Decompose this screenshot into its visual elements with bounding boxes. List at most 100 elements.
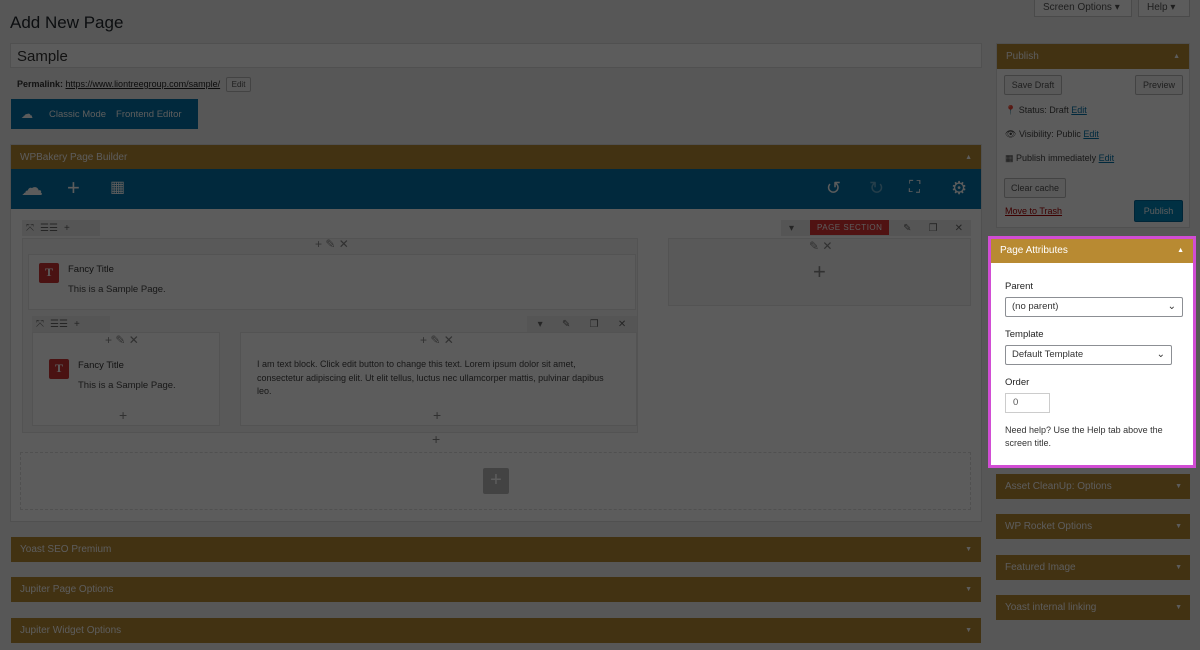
yoast-internal-linking-title: Yoast internal linking [1005,602,1097,613]
featured-image-box[interactable]: Featured Image ▼ [996,555,1190,580]
page-attributes-header[interactable]: Page Attributes ▲ [991,239,1193,263]
chevron-down-icon[interactable]: ▼ [1175,595,1182,620]
fancy-title-text-2: This is a Sample Page. [78,380,176,391]
schedule-row: ▦ Publish immediately Edit [1005,153,1115,163]
featured-image-title: Featured Image [1005,562,1076,573]
preview-button[interactable]: Preview [1135,75,1183,95]
order-label: Order [1005,377,1030,388]
asset-cleanup-box[interactable]: Asset CleanUp: Options ▼ [996,474,1190,499]
order-input[interactable]: 0 [1005,393,1050,413]
chevron-down-icon: ⌄ [1156,349,1165,360]
settings-gear-icon[interactable]: ⚙ [951,177,967,199]
inner-col1-controls[interactable]: + ✎ ✕ [105,333,139,347]
asset-cleanup-title: Asset CleanUp: Options [1005,481,1112,492]
fancy-title-icon: T [39,263,59,283]
fullscreen-icon[interactable]: ⛶ [909,177,920,199]
chevron-down-icon[interactable]: ▼ [965,577,972,602]
inner-clone-icon[interactable]: ❐ [590,319,599,330]
inner-layout-icon[interactable]: ☰☰ [50,319,68,330]
eye-icon: 👁 [1005,129,1017,139]
column-controls[interactable]: + ✎ ✕ [315,237,349,251]
wp-rocket-box[interactable]: WP Rocket Options ▼ [996,514,1190,539]
collapse-up-icon[interactable]: ▲ [1177,239,1184,263]
fancy-title-label: Fancy Title [68,264,114,275]
add-row-icon[interactable]: + [432,431,440,447]
redo-icon[interactable]: ↻ [869,177,884,199]
wpbakery-cloud-icon[interactable]: ☁ [21,177,43,199]
yoast-seo-box[interactable]: Yoast SEO Premium ▼ [11,537,981,562]
templates-icon[interactable]: ▦ [110,177,125,199]
jupiter-widget-options-box[interactable]: Jupiter Widget Options ▼ [11,618,981,643]
section-delete-icon[interactable]: ✕ [955,223,963,234]
inner-edit-icon[interactable]: ✎ [562,319,570,330]
jupiter-page-options-title: Jupiter Page Options [20,584,114,595]
collapse-up-icon[interactable]: ▲ [965,145,972,170]
section-add-icon[interactable]: + [813,259,826,285]
clear-cache-button[interactable]: Clear cache [1004,178,1066,198]
permalink-url[interactable]: https://www.liontreegroup.com/sample/ [66,79,221,89]
publish-button[interactable]: Publish [1134,200,1183,222]
publish-title: Publish [1006,51,1039,62]
row-controls: ⤧ ☰☰ + [22,220,100,236]
section-column-controls[interactable]: ✎ ✕ [809,239,832,253]
chevron-down-icon[interactable]: ▼ [965,618,972,643]
save-draft-button[interactable]: Save Draft [1004,75,1062,95]
move-to-trash-link[interactable]: Move to Trash [1005,206,1062,216]
page-attributes-title: Page Attributes [1000,245,1068,256]
yoast-seo-title: Yoast SEO Premium [20,544,112,555]
chevron-down-icon[interactable]: ▼ [1175,555,1182,580]
page-section-label: PAGE SECTION [810,220,890,235]
chevron-down-icon[interactable]: ▼ [1175,474,1182,499]
page-title: Add New Page [10,13,124,32]
parent-select[interactable]: (no parent) ⌄ [1005,297,1183,317]
fancy-title-label-2: Fancy Title [78,360,124,371]
jupiter-page-options-box[interactable]: Jupiter Page Options ▼ [11,577,981,602]
add-to-column-icon[interactable]: + [119,407,127,423]
schedule-edit-link[interactable]: Edit [1099,153,1115,163]
publish-header[interactable]: Publish ▲ [997,44,1189,69]
visibility-edit-link[interactable]: Edit [1083,129,1099,139]
template-select[interactable]: Default Template ⌄ [1005,345,1172,365]
fancy-title-element[interactable]: T Fancy Title This is a Sample Page. [28,254,636,310]
fancy-title-icon-2: T [49,359,69,379]
add-element-icon[interactable]: + [67,177,80,199]
inner-row-actions: ▾ ✎ ❐ ✕ [527,316,637,332]
screen-options-tab[interactable]: Screen Options ▾ [1034,0,1132,17]
inner-col2-controls[interactable]: + ✎ ✕ [420,333,454,347]
layout-icon[interactable]: ☰☰ [40,223,58,234]
section-clone-icon[interactable]: ❐ [929,223,938,234]
jupiter-widget-options-title: Jupiter Widget Options [20,625,122,636]
chevron-down-icon: ⌄ [1167,301,1176,312]
move-icon[interactable]: ⤧ [26,223,34,234]
help-tab[interactable]: Help ▾ [1138,0,1190,17]
inner-move-icon[interactable]: ⤧ [36,319,44,330]
status-edit-link[interactable]: Edit [1071,105,1087,115]
add-column-icon[interactable]: + [64,223,70,234]
text-block[interactable]: I am text block. Click edit button to ch… [257,358,617,399]
pin-icon: 📍 [1005,105,1017,115]
wpbakery-header[interactable]: WPBakery Page Builder ▲ [11,145,981,170]
inner-delete-icon[interactable]: ✕ [618,319,626,330]
permalink-edit-button[interactable]: Edit [225,77,252,92]
undo-icon[interactable]: ↺ [826,177,841,199]
section-collapse-icon[interactable]: ▾ [789,223,794,234]
permalink-label: Permalink: [17,78,64,89]
page-attributes-box: Page Attributes ▲ Parent (no parent) ⌄ Tem… [988,236,1196,468]
help-text: Need help? Use the Help tab above the sc… [1005,425,1163,448]
yoast-internal-linking-box[interactable]: Yoast internal linking ▼ [996,595,1190,620]
frontend-editor-button[interactable]: Frontend Editor [116,109,181,120]
wp-rocket-title: WP Rocket Options [1005,521,1093,532]
inner-add-icon[interactable]: + [74,319,80,330]
page-section: ✎ ✕ + [668,238,971,306]
section-edit-icon[interactable]: ✎ [903,223,911,234]
trash-row: Move to Trash [1005,206,1062,216]
inner-collapse-icon[interactable]: ▾ [538,319,543,330]
chevron-down-icon[interactable]: ▼ [965,537,972,562]
add-row-area[interactable]: + [20,452,971,510]
chevron-down-icon[interactable]: ▼ [1175,514,1182,539]
collapse-up-icon[interactable]: ▲ [1173,44,1180,69]
add-to-column-2-icon[interactable]: + [433,407,441,423]
classic-mode-button[interactable]: Classic Mode [49,109,106,120]
title-input[interactable]: Sample [10,43,982,68]
add-new-row-icon[interactable]: + [483,468,509,494]
